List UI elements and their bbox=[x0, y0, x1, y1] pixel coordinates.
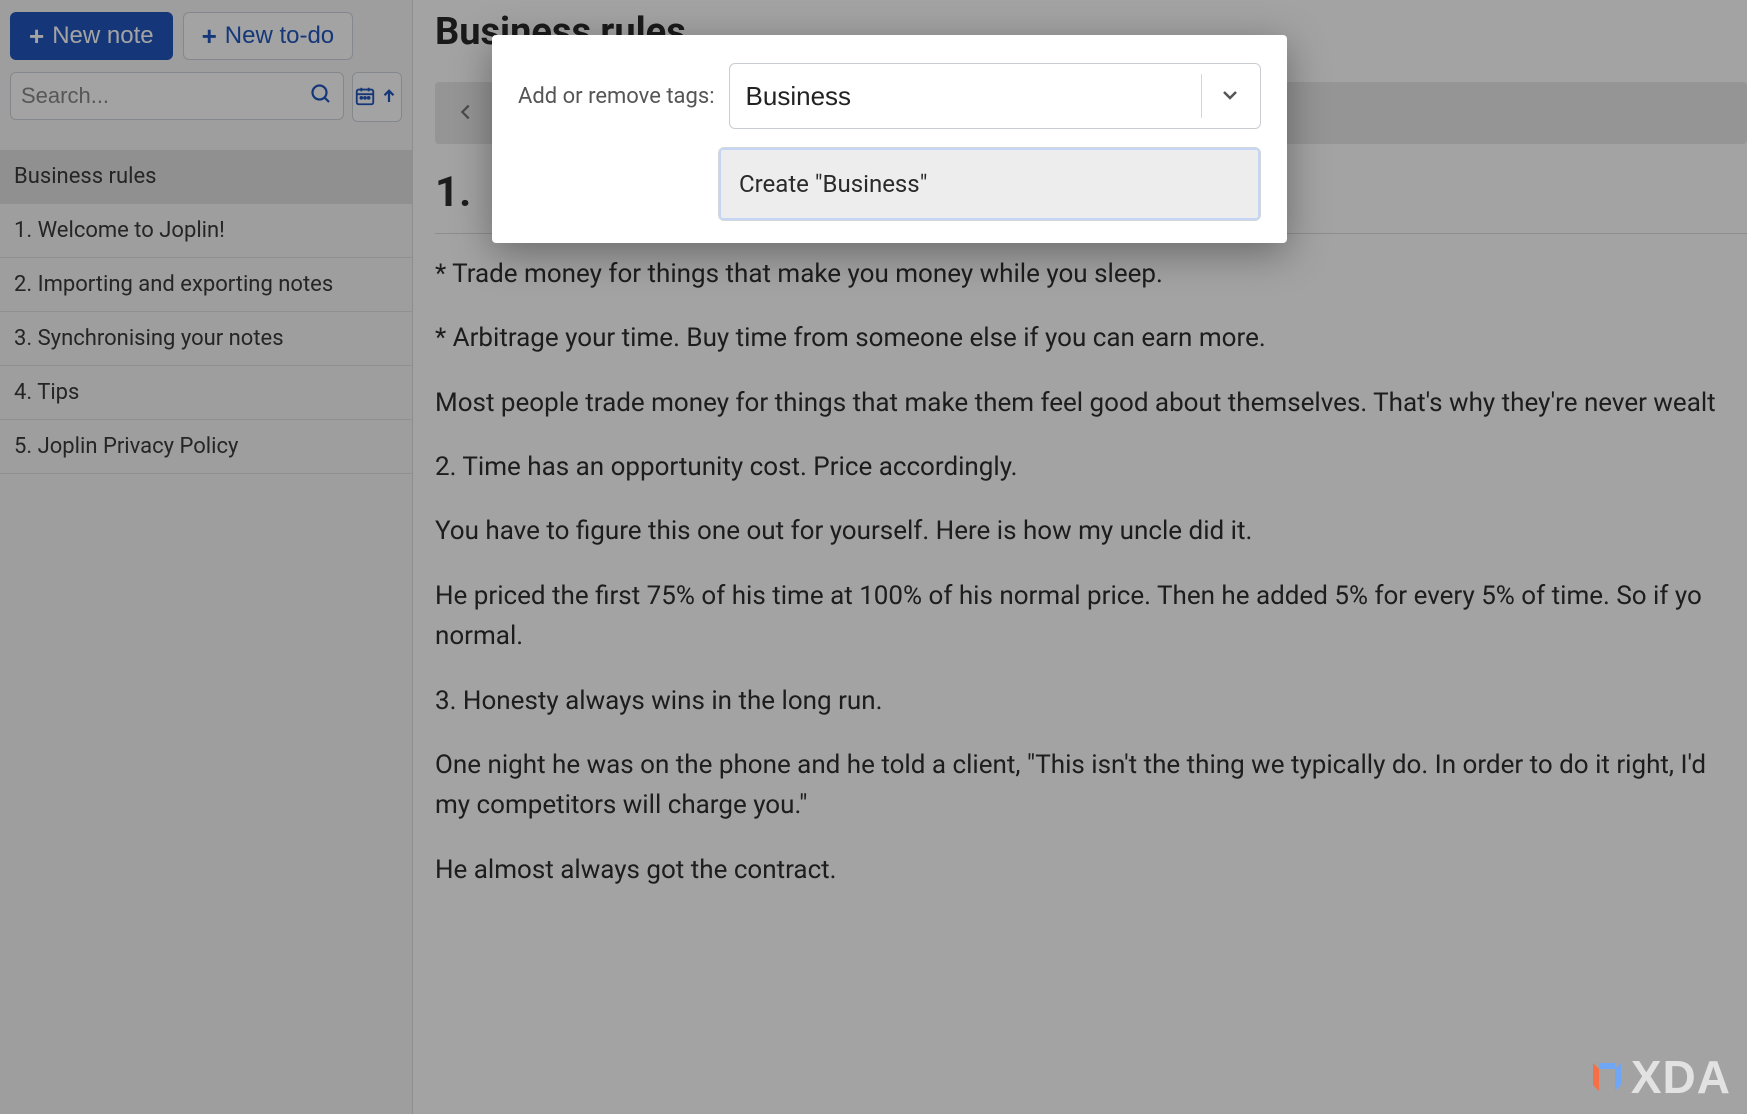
tags-modal-label: Add or remove tags: bbox=[518, 84, 715, 109]
watermark-text: XDA bbox=[1631, 1050, 1731, 1104]
tag-input-container[interactable] bbox=[729, 63, 1261, 129]
tags-modal: Add or remove tags: Create "Business" bbox=[492, 35, 1287, 243]
tag-input[interactable] bbox=[746, 81, 1195, 112]
divider bbox=[1201, 74, 1202, 118]
tag-dropdown: Create "Business" bbox=[718, 147, 1261, 221]
create-tag-option[interactable]: Create "Business" bbox=[719, 148, 1260, 220]
watermark: XDA bbox=[1587, 1050, 1731, 1104]
xda-logo-icon bbox=[1587, 1057, 1627, 1097]
tag-dropdown-toggle[interactable] bbox=[1208, 74, 1252, 118]
tag-input-wrap bbox=[729, 63, 1261, 129]
chevron-down-icon bbox=[1218, 83, 1242, 110]
create-tag-label: Create "Business" bbox=[739, 170, 927, 198]
tags-modal-row: Add or remove tags: bbox=[518, 63, 1261, 129]
